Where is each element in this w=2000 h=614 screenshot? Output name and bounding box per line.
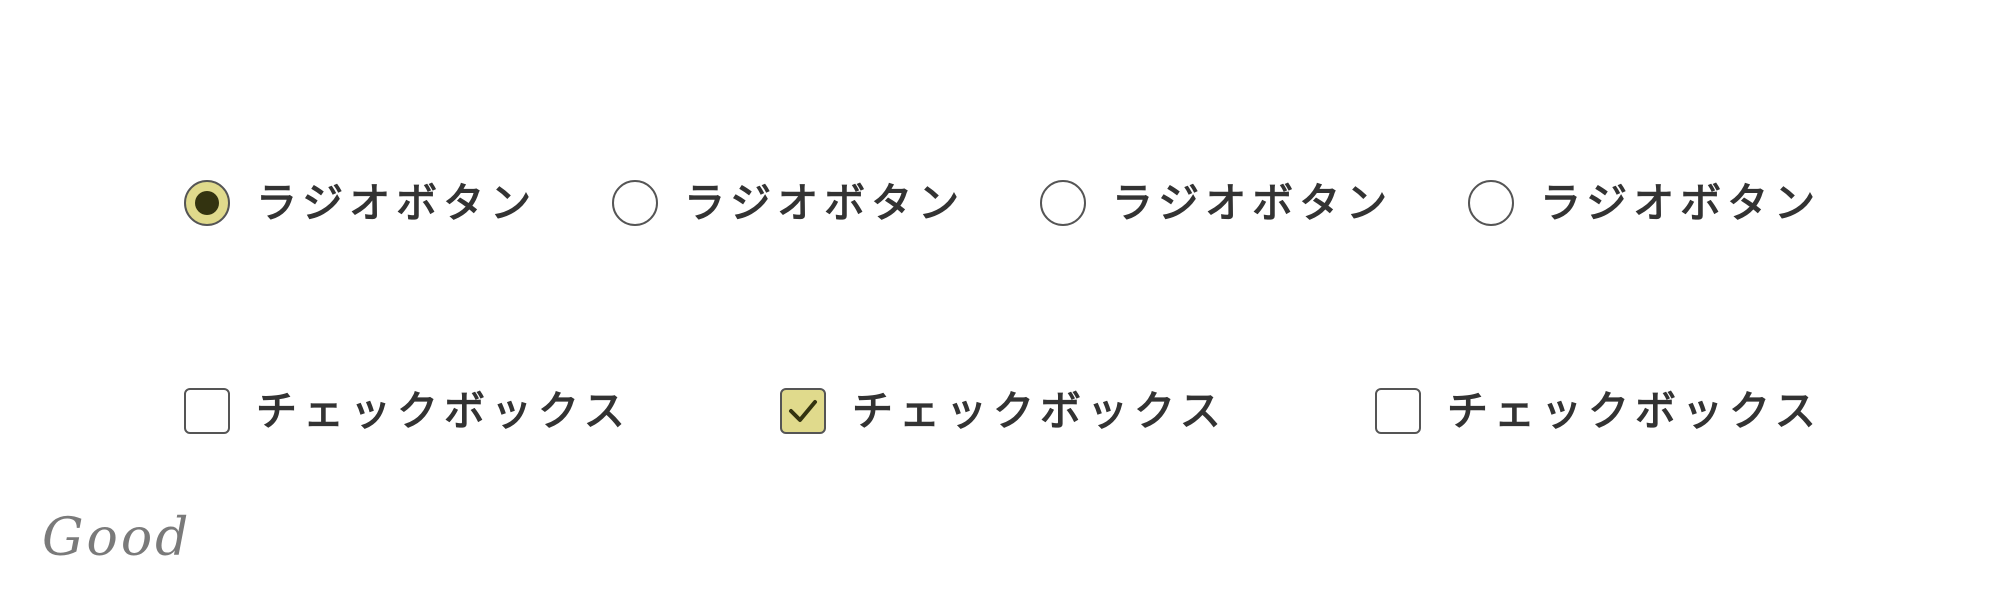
checkbox-label-1: チェックボックス [256,386,631,435]
checkbox-option-1[interactable]: チェックボックス [184,388,631,434]
checkbox-1[interactable] [184,388,230,434]
checkbox-3[interactable] [1375,388,1421,434]
radio-dot-icon [195,191,219,215]
checkbox-label-2: チェックボックス [852,386,1227,435]
radio-option-3[interactable]: ラジオボタン [1040,180,1393,226]
radio-button-3[interactable] [1040,180,1086,226]
radio-option-1[interactable]: ラジオボタン [184,180,537,226]
check-icon [789,400,817,422]
radio-option-4[interactable]: ラジオボタン [1468,180,1821,226]
checkbox-option-2[interactable]: チェックボックス [780,388,1227,434]
radio-label-4: ラジオボタン [1540,178,1822,227]
radio-button-2[interactable] [612,180,658,226]
checkbox-option-3[interactable]: チェックボックス [1375,388,1822,434]
radio-label-3: ラジオボタン [1112,178,1394,227]
radio-label-2: ラジオボタン [684,178,966,227]
radio-option-2[interactable]: ラジオボタン [612,180,965,226]
radio-button-1[interactable] [184,180,230,226]
checkbox-label-3: チェックボックス [1447,386,1822,435]
radio-button-4[interactable] [1468,180,1514,226]
radio-label-1: ラジオボタン [256,178,538,227]
checkbox-2[interactable] [780,388,826,434]
good-caption: Good [42,508,192,568]
